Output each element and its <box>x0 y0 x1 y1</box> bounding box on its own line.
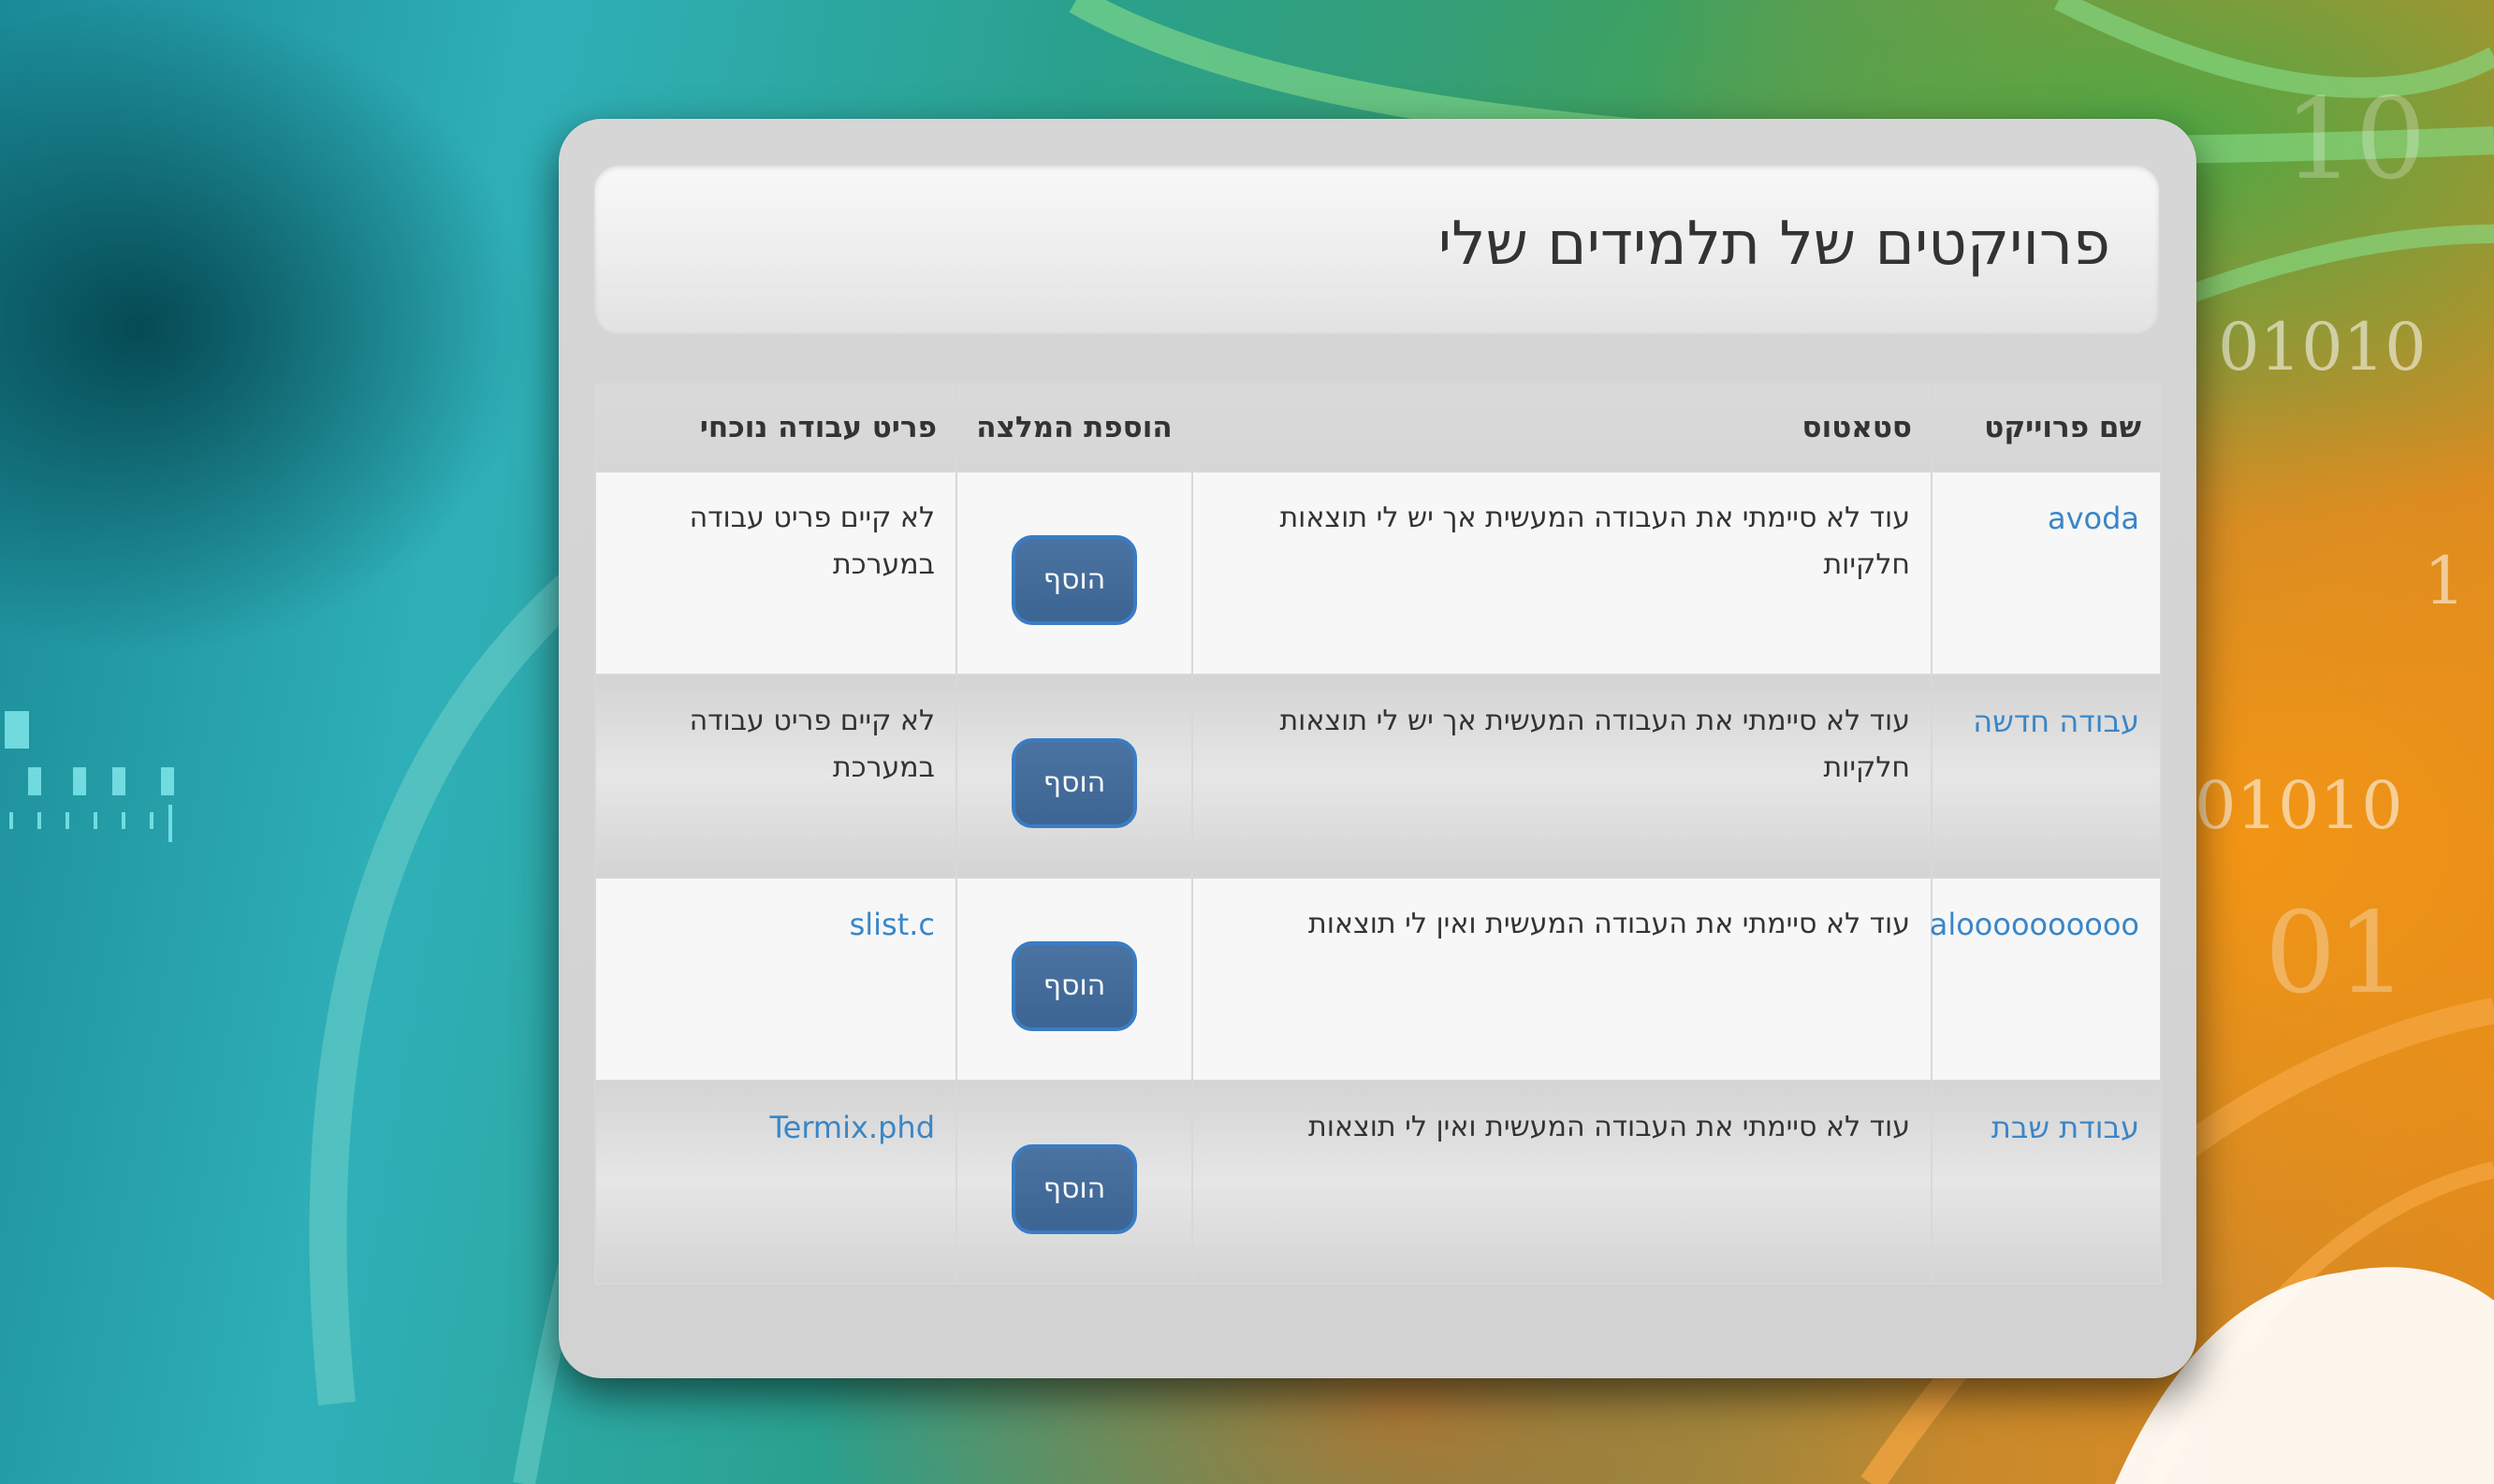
binary-digits-5: 10 <box>2283 75 2427 205</box>
status-cell: עוד לא סיימתי את העבודה המעשית אך יש לי … <box>1191 471 1932 676</box>
table-row: עבודה חדשה עוד לא סיימתי את העבודה המעשי… <box>594 674 2162 879</box>
table-row: עבודת שבת עוד לא סיימתי את העבודה המעשית… <box>594 1080 2162 1285</box>
table-row: aloooooooooo עוד לא סיימתי את העבודה המע… <box>594 877 2162 1082</box>
status-cell: עוד לא סיימתי את העבודה המעשית אך יש לי … <box>1191 674 1932 879</box>
project-name-cell: עבודה חדשה <box>1931 674 2162 879</box>
header-status: סטאטוס <box>1191 383 1932 473</box>
project-link[interactable]: aloooooooooo <box>1930 907 2139 942</box>
project-link[interactable]: avoda <box>2048 501 2139 536</box>
projects-panel: פרויקטים של תלמידים שלי שם פרוייקט סטאטו… <box>559 119 2196 1378</box>
project-name-cell: aloooooooooo <box>1930 877 2162 1082</box>
work-item-cell: לא קיים פריט עבודה במערכת <box>594 674 957 879</box>
header-add-recommendation: הוספת המלצה <box>955 383 1193 473</box>
binary-digits-3: 01010 <box>2195 767 2403 844</box>
work-item-cell: לא קיים פריט עבודה במערכת <box>594 471 957 676</box>
add-recommendation-button[interactable]: הוסף <box>1012 940 1137 1031</box>
work-item-link[interactable]: Termix.phd <box>770 1110 935 1145</box>
binary-digits-4: 01 <box>2265 889 2408 1019</box>
project-link[interactable]: עבודת שבת <box>1991 1110 2139 1145</box>
projects-table: שם פרוייקט סטאטוס הוספת המלצה פריט עבודה… <box>594 383 2162 1285</box>
add-recommendation-button[interactable]: הוסף <box>1012 737 1137 828</box>
table-header-row: שם פרוייקט סטאטוס הוספת המלצה פריט עבודה… <box>594 383 2162 473</box>
project-name-cell: עבודת שבת <box>1931 1080 2162 1285</box>
work-item-link[interactable]: slist.c <box>850 907 935 942</box>
header-current-work-item: פריט עבודה נוכחי <box>594 383 957 473</box>
status-cell: עוד לא סיימתי את העבודה המעשית ואין לי ת… <box>1191 877 1932 1082</box>
binary-digits-2: 1 <box>2424 543 2466 619</box>
add-recommendation-button[interactable]: הוסף <box>1012 1143 1137 1234</box>
add-recommendation-cell: הוסף <box>955 877 1193 1082</box>
table-row: avoda עוד לא סיימתי את העבודה המעשית אך … <box>594 471 2162 676</box>
page-title: פרויקטים של תלמידים שלי <box>1437 210 2110 279</box>
work-item-cell: Termix.phd <box>594 1080 957 1285</box>
page-header: פרויקטים של תלמידים שלי <box>594 166 2159 334</box>
add-recommendation-cell: הוסף <box>955 674 1193 879</box>
status-cell: עוד לא סיימתי את העבודה המעשית ואין לי ת… <box>1191 1080 1932 1285</box>
binary-digits-1: 01010 <box>2218 309 2427 386</box>
add-recommendation-cell: הוסף <box>955 471 1193 676</box>
project-link[interactable]: עבודה חדשה <box>1973 704 2139 739</box>
project-name-cell: avoda <box>1931 471 2162 676</box>
work-item-cell: slist.c <box>594 877 957 1082</box>
header-project-name: שם פרוייקט <box>1931 383 2162 473</box>
add-recommendation-cell: הוסף <box>955 1080 1193 1285</box>
add-recommendation-button[interactable]: הוסף <box>1012 534 1137 625</box>
